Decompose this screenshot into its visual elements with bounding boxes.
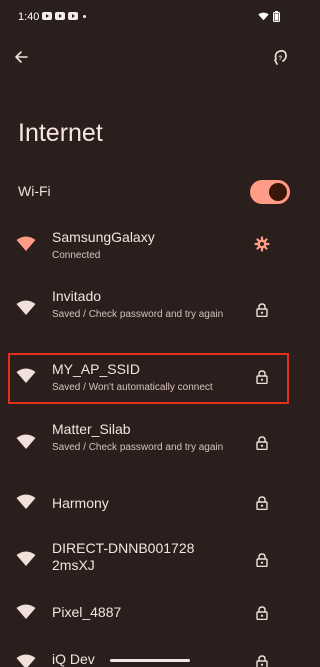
more-notifications-icon	[83, 14, 86, 18]
network-name: Harmony	[52, 495, 109, 511]
network-status: Connected	[52, 250, 101, 261]
wifi-toggle[interactable]	[250, 180, 290, 204]
wifi-signal-icon	[16, 551, 36, 566]
network-item-invitado[interactable]: Invitado Saved / Check password and try …	[0, 282, 300, 340]
internet-settings-screen: 1:40 ? Internet Wi-Fi SamsungGalaxy Conn…	[0, 0, 300, 667]
wifi-signal-icon	[16, 604, 36, 619]
network-item-harmony[interactable]: Harmony	[0, 484, 300, 524]
network-security-indicator	[252, 603, 272, 623]
youtube-notification-icon	[42, 12, 52, 20]
battery-icon	[273, 11, 280, 22]
network-security-indicator	[252, 493, 272, 513]
lock-icon	[256, 606, 268, 620]
gesture-home-bar[interactable]	[110, 659, 190, 662]
help-button[interactable]: ?	[270, 46, 292, 68]
highlight-box	[8, 353, 289, 404]
network-name: Invitado	[52, 288, 102, 304]
notification-icons	[42, 12, 86, 20]
wifi-signal-full-icon	[16, 236, 36, 251]
toggle-knob	[269, 183, 287, 201]
lock-icon	[256, 303, 268, 317]
network-security-indicator	[252, 652, 272, 667]
lock-icon	[256, 436, 268, 450]
youtube-notification-icon	[68, 12, 78, 20]
wifi-signal-icon	[16, 434, 36, 449]
back-button[interactable]	[10, 46, 32, 68]
network-item-direct-dnnb[interactable]: DIRECT-DNNB0017282msXJ	[0, 536, 300, 586]
wifi-toggle-row[interactable]: Wi-Fi	[0, 170, 300, 216]
wifi-signal-icon	[16, 494, 36, 509]
status-time: 1:40	[18, 11, 40, 23]
wifi-signal-icon	[16, 654, 36, 667]
network-name: SamsungGalaxy	[52, 229, 155, 245]
system-status-icons	[258, 11, 280, 22]
wifi-signal-icon	[258, 12, 269, 21]
wifi-signal-icon	[16, 300, 36, 315]
help-icon: ?	[274, 50, 287, 65]
network-item-samsunggalaxy[interactable]: SamsungGalaxy Connected	[0, 222, 300, 268]
gear-icon	[254, 236, 270, 252]
lock-icon	[256, 496, 268, 510]
network-settings-button[interactable]	[252, 234, 272, 254]
network-security-indicator	[252, 300, 272, 320]
wifi-label: Wi-Fi	[18, 183, 51, 199]
network-item-matter-silab[interactable]: Matter_Silab Saved / Check password and …	[0, 416, 300, 474]
page-title: Internet	[18, 119, 103, 147]
status-bar: 1:40	[0, 0, 300, 36]
network-name: iQ Dev	[52, 651, 95, 667]
network-name: Matter_Silab	[52, 421, 131, 437]
lock-icon	[256, 655, 268, 667]
network-security-indicator	[252, 550, 272, 570]
network-name: Pixel_4887	[52, 604, 122, 620]
svg-text:?: ?	[278, 55, 282, 62]
network-status: Saved / Check password and try again	[52, 442, 224, 453]
network-item-pixel-4887[interactable]: Pixel_4887	[0, 594, 300, 634]
youtube-notification-icon	[55, 12, 65, 20]
network-name: DIRECT-DNNB0017282msXJ	[52, 540, 195, 573]
network-security-indicator	[252, 433, 272, 453]
arrow-back-icon	[15, 51, 28, 63]
network-item-iq-dev[interactable]: iQ Dev	[0, 646, 300, 667]
lock-icon	[256, 553, 268, 567]
network-status: Saved / Check password and try again	[52, 309, 224, 320]
